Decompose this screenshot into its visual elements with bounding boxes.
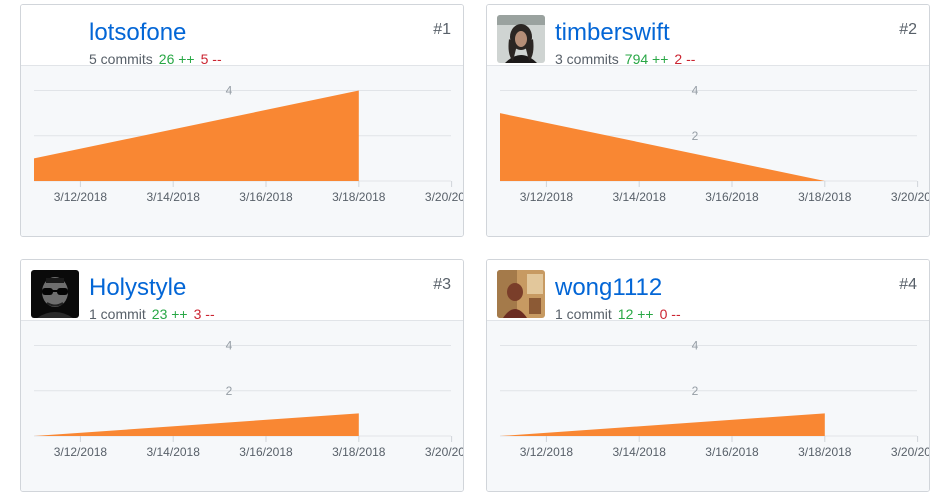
- area-chart: 2 4 3/12/2018 3/14/2018 3/16/2018 3/18/2018 3/…: [500, 339, 930, 459]
- rank-badge: #1: [433, 21, 451, 38]
- portrait-icon: [497, 270, 545, 318]
- x-tick-label: 3/12/2018: [54, 190, 108, 204]
- x-tick-label: 3/20/2018: [891, 445, 930, 459]
- rank-badge: #4: [899, 276, 917, 293]
- contributor-card: Holystyle 1 commit 23 ++ 3 -- #3 2 4 3/12/20…: [20, 259, 464, 492]
- area-chart: 2 4 3/12/2018 3/14/2018 3/16/2018 3/18/2018 3/…: [34, 339, 464, 459]
- y-tick-label: 4: [692, 84, 699, 98]
- x-tick-label: 3/14/2018: [147, 190, 201, 204]
- x-tick-label: 3/20/2018: [425, 445, 464, 459]
- area-chart: 2 4 3/12/2018 3/14/2018 3/16/2018 3/18/2018 3/…: [500, 84, 930, 204]
- portrait-icon: [31, 270, 79, 318]
- x-tick-label: 3/16/2018: [239, 190, 293, 204]
- y-tick-label: 2: [692, 129, 699, 143]
- x-tick-label: 3/20/2018: [891, 190, 930, 204]
- contribution-chart: 2 4 3/12/2018 3/14/2018 3/16/2018 3/18/2018 3/…: [487, 65, 930, 236]
- username-link[interactable]: Holystyle: [89, 273, 186, 303]
- contributor-card: timberswift 3 commits 794 ++ 2 -- #2 2 4 3/1…: [486, 4, 930, 237]
- x-tick-label: 3/16/2018: [239, 445, 293, 459]
- card-header: wong1112 1 commit 12 ++ 0 -- #4: [487, 260, 929, 322]
- x-tick-label: 3/18/2018: [798, 445, 852, 459]
- contribution-chart: 2 4 3/12/2018 3/14/2018 3/16/2018 3/18/2018 3/…: [21, 320, 464, 491]
- card-header: lotsofone 5 commits 26 ++ 5 -- #1: [21, 5, 463, 67]
- rank-badge: #3: [433, 276, 451, 293]
- contributor-card: lotsofone 5 commits26 ++5 -- #1 243/12/2…: [20, 4, 464, 237]
- x-tick-label: 3/12/2018: [54, 445, 108, 459]
- x-tick-label: 3/18/2018: [798, 190, 852, 204]
- y-tick-label: 4: [226, 84, 233, 98]
- username-link[interactable]: wong1112: [555, 273, 662, 303]
- avatar[interactable]: [31, 15, 79, 63]
- x-tick-label: 3/14/2018: [613, 445, 667, 459]
- x-tick-label: 3/20/2018: [425, 190, 464, 204]
- contribution-area: [500, 113, 825, 181]
- card-header: Holystyle 1 commit 23 ++ 3 -- #3: [21, 260, 463, 322]
- x-tick-label: 3/14/2018: [613, 190, 667, 204]
- y-tick-label: 4: [692, 339, 699, 353]
- avatar[interactable]: [31, 270, 79, 318]
- avatar[interactable]: [497, 270, 545, 318]
- x-tick-label: 3/12/2018: [520, 190, 574, 204]
- y-tick-label: 2: [226, 384, 233, 398]
- username-link[interactable]: timberswift: [555, 18, 670, 48]
- y-tick-label: 2: [692, 384, 699, 398]
- x-tick-label: 3/16/2018: [705, 445, 759, 459]
- contribution-area: [34, 413, 359, 436]
- x-tick-label: 3/16/2018: [705, 190, 759, 204]
- x-tick-label: 3/18/2018: [332, 190, 386, 204]
- x-tick-label: 3/14/2018: [147, 445, 201, 459]
- avatar[interactable]: [497, 15, 545, 63]
- card-header: timberswift 3 commits 794 ++ 2 -- #2: [487, 5, 929, 67]
- contribution-area: [500, 413, 825, 436]
- x-tick-label: 3/12/2018: [520, 445, 574, 459]
- rank-badge: #2: [899, 21, 917, 38]
- contribution-chart: 243/12/20183/14/20183/16/20183/18/20183/…: [21, 65, 464, 236]
- portrait-icon: [497, 15, 545, 63]
- area-chart: 243/12/20183/14/20183/16/20183/18/20183/…: [34, 84, 464, 204]
- contributor-card: wong1112 1 commit 12 ++ 0 -- #4 2 4 3/12/201…: [486, 259, 930, 492]
- username-link[interactable]: lotsofone: [89, 18, 186, 48]
- y-tick-label: 4: [226, 339, 233, 353]
- x-tick-label: 3/18/2018: [332, 445, 386, 459]
- contribution-chart: 2 4 3/12/2018 3/14/2018 3/16/2018 3/18/2018 3/…: [487, 320, 930, 491]
